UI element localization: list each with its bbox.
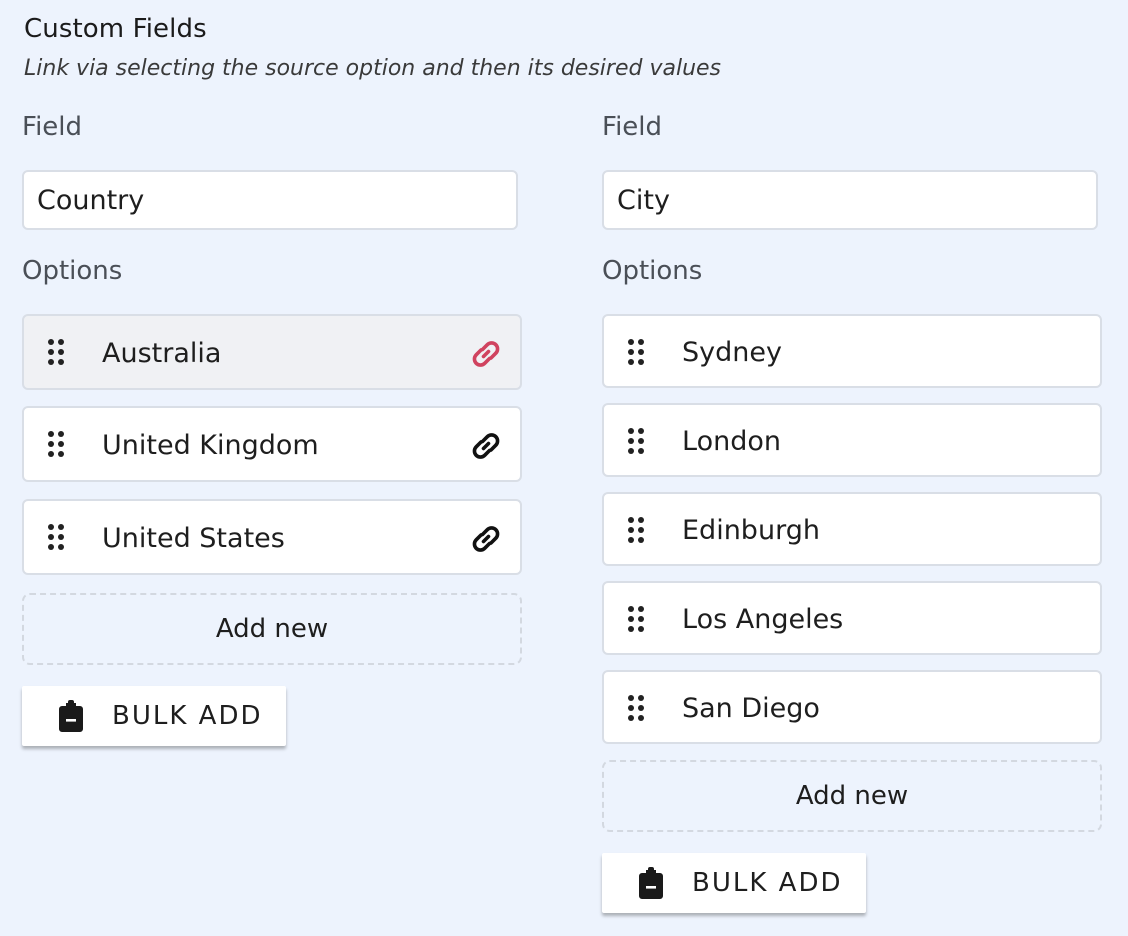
option-label: London xyxy=(682,426,781,457)
drag-handle-icon[interactable] xyxy=(46,338,66,366)
bulk-add-label: BULK ADD xyxy=(112,701,263,731)
custom-fields-subtitle: Link via selecting the source option and… xyxy=(24,56,722,81)
option-item-san-diego[interactable]: San Diego xyxy=(602,670,1102,744)
drag-handle-icon[interactable] xyxy=(626,605,646,633)
options-label: Options xyxy=(22,256,123,286)
add-new-option-button[interactable]: Add new xyxy=(602,760,1102,832)
option-label: Australia xyxy=(102,338,222,369)
option-item-edinburgh[interactable]: Edinburgh xyxy=(602,492,1102,566)
option-item-los-angeles[interactable]: Los Angeles xyxy=(602,581,1102,655)
option-item-united-kingdom[interactable]: United Kingdom xyxy=(22,406,522,482)
option-label: Sydney xyxy=(682,337,782,368)
option-label: United Kingdom xyxy=(102,430,319,461)
link-icon[interactable] xyxy=(468,428,504,464)
option-item-australia[interactable]: Australia xyxy=(22,314,522,390)
field-name-input[interactable] xyxy=(602,170,1098,230)
option-item-london[interactable]: London xyxy=(602,403,1102,477)
drag-handle-icon[interactable] xyxy=(626,338,646,366)
link-icon[interactable] xyxy=(468,336,504,372)
options-label: Options xyxy=(602,256,703,286)
option-label: Los Angeles xyxy=(682,604,844,635)
bulk-add-button[interactable]: BULK ADD xyxy=(22,686,286,746)
bulk-add-label: BULK ADD xyxy=(692,868,843,898)
drag-handle-icon[interactable] xyxy=(626,694,646,722)
clipboard-icon xyxy=(638,867,664,899)
option-item-sydney[interactable]: Sydney xyxy=(602,314,1102,388)
custom-fields-title: Custom Fields xyxy=(24,14,207,44)
field-name-input[interactable] xyxy=(22,170,518,230)
clipboard-icon xyxy=(58,700,84,732)
drag-handle-icon[interactable] xyxy=(46,523,66,551)
field-label: Field xyxy=(602,112,663,142)
add-new-option-button[interactable]: Add new xyxy=(22,593,522,665)
drag-handle-icon[interactable] xyxy=(626,516,646,544)
link-icon[interactable] xyxy=(468,521,504,557)
drag-handle-icon[interactable] xyxy=(626,427,646,455)
option-label: United States xyxy=(102,523,285,554)
field-label: Field xyxy=(22,112,83,142)
bulk-add-button[interactable]: BULK ADD xyxy=(602,853,866,913)
drag-handle-icon[interactable] xyxy=(46,430,66,458)
option-item-united-states[interactable]: United States xyxy=(22,499,522,575)
option-label: San Diego xyxy=(682,693,820,724)
option-label: Edinburgh xyxy=(682,515,820,546)
